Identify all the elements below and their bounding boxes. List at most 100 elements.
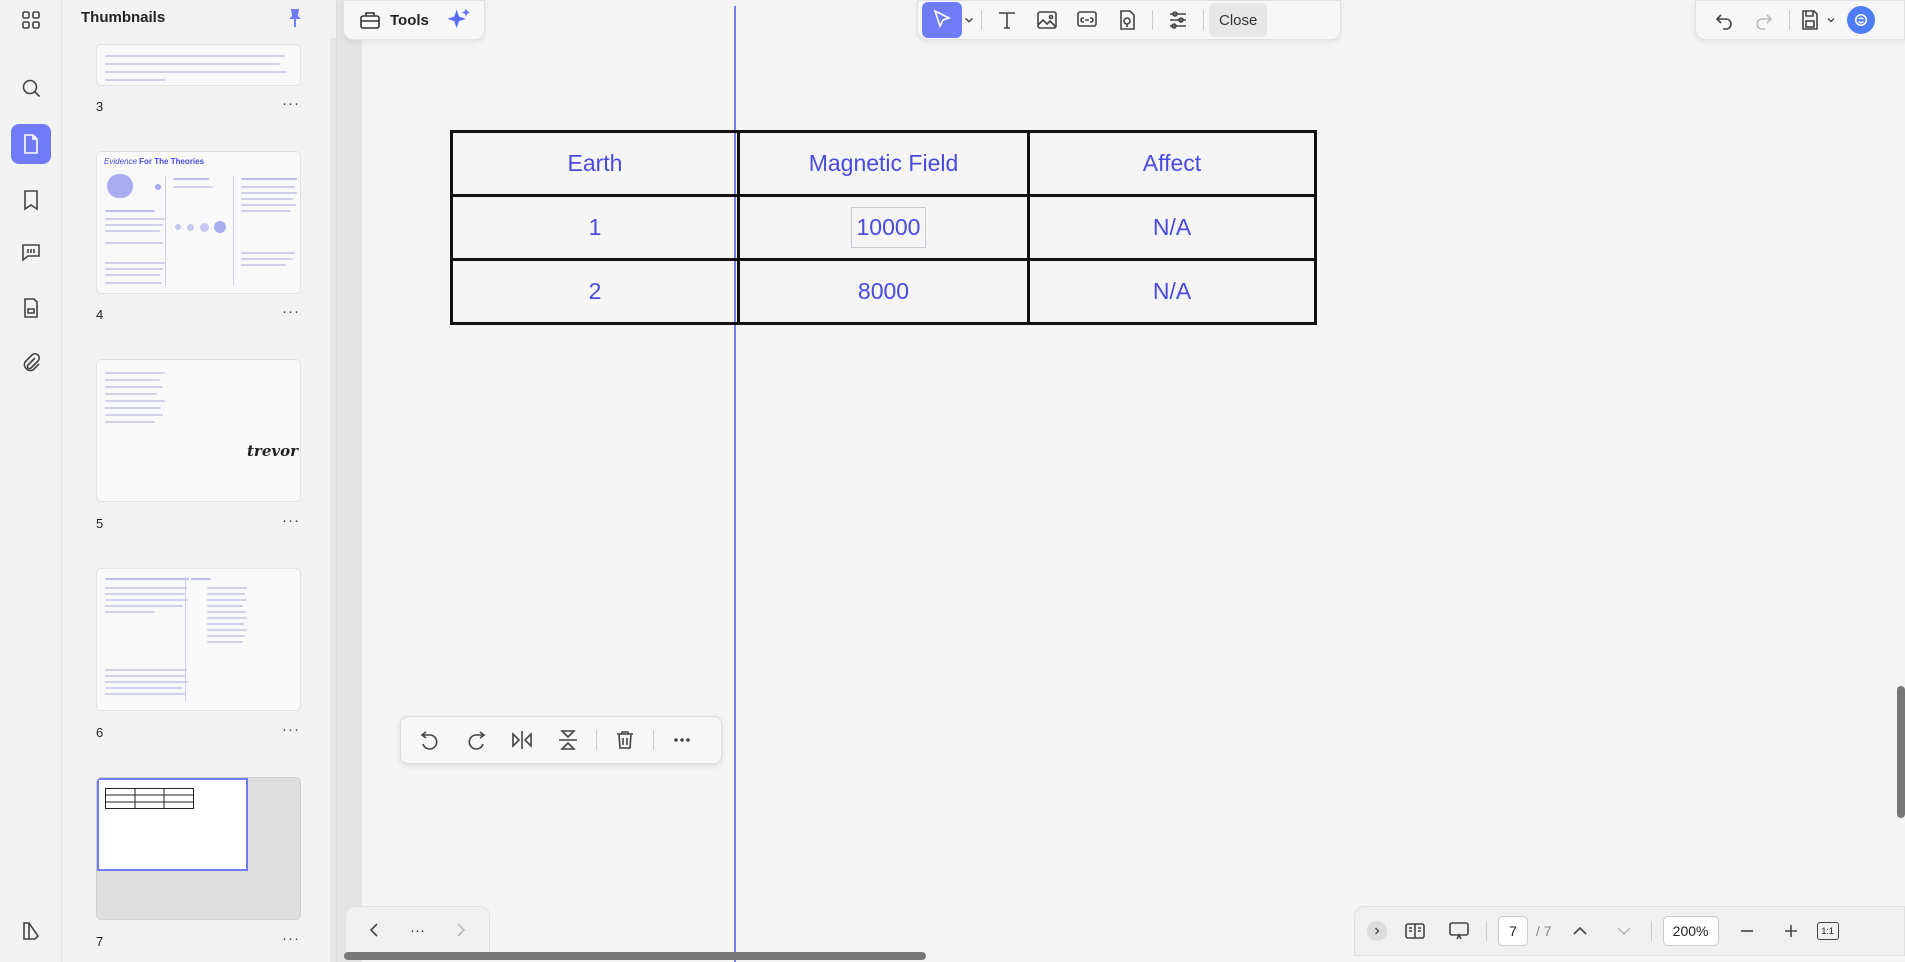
book-open-icon <box>1405 923 1425 939</box>
table-header-cell[interactable]: Earth <box>450 130 740 197</box>
thumbnail-figure-dot <box>155 184 161 190</box>
horizontal-scroll-thumb[interactable] <box>344 952 926 960</box>
thumbnail-page-7[interactable] <box>96 777 301 920</box>
panel-scrollbar[interactable] <box>330 0 336 962</box>
thumbnail-heading-italic: Evidence <box>104 157 137 166</box>
tools-bar: Tools <box>343 0 485 40</box>
separator <box>1789 10 1790 30</box>
chevron-down-icon[interactable] <box>1825 14 1837 26</box>
text-edit-box[interactable]: 10000 <box>850 207 927 248</box>
page-down-button[interactable] <box>1602 913 1646 949</box>
properties-button[interactable] <box>1158 2 1198 38</box>
zoom-level-input[interactable]: 200% <box>1662 916 1719 946</box>
link-box-icon <box>1077 11 1097 27</box>
ai-assistant-button[interactable] <box>1847 6 1875 34</box>
watermark-button[interactable] <box>1107 2 1147 38</box>
add-image-button[interactable] <box>1027 2 1067 38</box>
thumbnail-page-3[interactable] <box>96 44 301 86</box>
presentation-button[interactable] <box>1437 913 1481 949</box>
table-header-cell[interactable]: Magnetic Field <box>737 130 1030 197</box>
thumbnail-more-button[interactable]: ··· <box>279 303 303 320</box>
delete-button[interactable] <box>602 722 648 758</box>
separator <box>981 10 982 30</box>
left-rail <box>0 0 62 962</box>
thumbnail-viewport[interactable] <box>97 778 248 871</box>
next-page-button[interactable] <box>441 912 481 948</box>
redo-button[interactable] <box>1744 2 1784 38</box>
table-cell[interactable]: 8000 <box>737 258 1030 325</box>
thumbnail-page-5[interactable]: trevor <box>96 359 301 502</box>
thumbnail-more-button[interactable]: ··· <box>279 930 303 947</box>
presentation-icon <box>1449 922 1469 940</box>
page-up-button[interactable] <box>1558 913 1602 949</box>
reading-mode-button[interactable] <box>11 911 51 951</box>
object-toolbar <box>400 716 722 764</box>
thumbnails-header: Thumbnails <box>62 0 336 38</box>
rotate-left-button[interactable] <box>407 722 453 758</box>
ai-sparkle-icon[interactable] <box>445 6 473 34</box>
status-bar: 7 / 7 200% 1:1 <box>1354 906 1905 956</box>
document-table[interactable]: Earth Magnetic Field Affect 1 10000 N/A … <box>450 130 1317 325</box>
search-button[interactable] <box>11 68 51 108</box>
table-cell-editing[interactable]: 10000 <box>737 194 1030 261</box>
flip-vertical-button[interactable] <box>545 722 591 758</box>
separator <box>1152 10 1153 30</box>
panel-title: Thumbnails <box>81 9 166 26</box>
zoom-in-button[interactable] <box>1769 913 1813 949</box>
redo-icon <box>1756 14 1773 30</box>
document-canvas[interactable]: Tools Close Earth Magnetic Field Affect … <box>337 0 1905 962</box>
apps-grid-button[interactable] <box>11 0 51 40</box>
chevron-right-icon <box>457 923 466 937</box>
attachments-button[interactable] <box>11 343 51 383</box>
thumbnails-button[interactable] <box>11 124 51 164</box>
current-page-input[interactable]: 7 <box>1498 916 1528 946</box>
more-options-button[interactable] <box>659 722 705 758</box>
flip-vertical-icon <box>559 730 577 750</box>
actual-size-button[interactable]: 1:1 <box>1816 922 1839 940</box>
save-button[interactable] <box>1795 2 1825 38</box>
comment-icon <box>22 244 40 262</box>
undo-button[interactable] <box>1704 2 1744 38</box>
thumbnail-page-4[interactable]: Evidence For The Theories <box>96 151 301 294</box>
table-cell[interactable]: 1 <box>450 194 740 261</box>
thumbnail-more-button[interactable]: ··· <box>279 721 303 738</box>
table-header-cell[interactable]: Affect <box>1027 130 1317 197</box>
page-nav-bar: ··· <box>345 906 490 954</box>
page-layout-button[interactable] <box>1393 913 1437 949</box>
book-icon <box>23 922 40 940</box>
rotate-right-icon <box>468 731 486 750</box>
thumbnail-page-6[interactable] <box>96 568 301 711</box>
thumbnail-more-button[interactable]: ··· <box>279 512 303 529</box>
table-cell[interactable]: N/A <box>1027 258 1317 325</box>
close-button[interactable]: Close <box>1209 3 1268 37</box>
select-tool-button[interactable] <box>922 2 962 38</box>
previous-page-button[interactable] <box>354 912 394 948</box>
cursor-arrow-icon <box>933 9 952 29</box>
table-cell[interactable]: N/A <box>1027 194 1317 261</box>
comments-button[interactable] <box>11 232 51 272</box>
add-link-button[interactable] <box>1067 2 1107 38</box>
sliders-icon <box>1170 11 1186 29</box>
thumbnail-heading-bold: For The Theories <box>139 157 205 166</box>
toolbox-icon[interactable] <box>358 8 382 32</box>
expand-button[interactable] <box>1367 921 1387 941</box>
save-icon <box>1802 10 1818 30</box>
thumbnail-number: 3 <box>96 99 104 114</box>
form-icon <box>24 298 38 318</box>
thumbnail-more-button[interactable]: ··· <box>279 95 303 112</box>
bookmarks-button[interactable] <box>11 180 51 220</box>
chevron-down-icon[interactable] <box>962 13 976 27</box>
vertical-scroll-thumb[interactable] <box>1897 686 1905 818</box>
tools-label[interactable]: Tools <box>390 12 429 29</box>
flip-horizontal-button[interactable] <box>499 722 545 758</box>
pin-icon[interactable] <box>283 6 307 30</box>
table-header-row: Earth Magnetic Field Affect <box>450 130 1317 197</box>
add-text-button[interactable] <box>987 2 1027 38</box>
table-cell[interactable]: 2 <box>450 258 740 325</box>
rotate-right-button[interactable] <box>453 722 499 758</box>
zoom-out-button[interactable] <box>1725 913 1769 949</box>
forms-button[interactable] <box>11 288 51 328</box>
bookmark-icon <box>24 190 38 211</box>
nav-more-button[interactable]: ··· <box>410 922 425 939</box>
total-pages: / 7 <box>1536 923 1552 939</box>
